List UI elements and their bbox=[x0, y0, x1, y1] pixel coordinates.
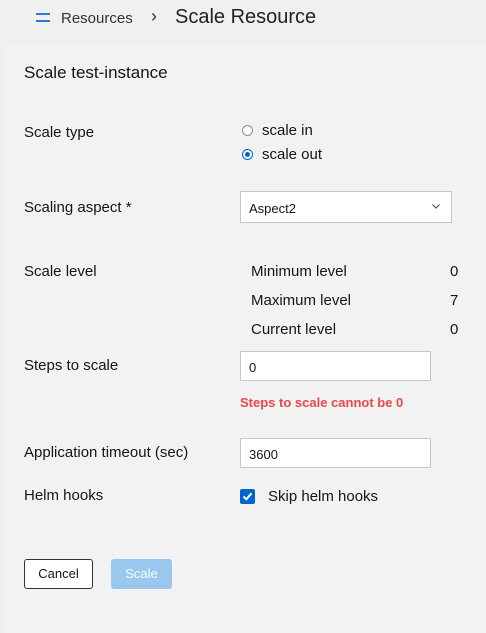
radio-button-selected[interactable] bbox=[242, 148, 253, 160]
application-timeout-value[interactable]: 3600 bbox=[249, 447, 278, 462]
scaling-aspect-select[interactable]: Aspect2 bbox=[240, 191, 452, 223]
checkmark-icon bbox=[242, 492, 253, 501]
radio-scale-in[interactable]: scale in bbox=[242, 120, 313, 140]
cancel-button[interactable]: Cancel bbox=[24, 559, 93, 589]
skip-helm-hooks-label[interactable]: Skip helm hooks bbox=[268, 488, 378, 505]
scale-level-label: Scale level bbox=[24, 263, 97, 280]
dialog-title: Scale test-instance bbox=[24, 63, 168, 82]
scaling-aspect-label: Scaling aspect * bbox=[24, 199, 132, 216]
steps-to-scale-input[interactable]: 0 bbox=[240, 351, 431, 381]
steps-to-scale-value[interactable]: 0 bbox=[249, 360, 256, 375]
skip-helm-hooks-checkbox[interactable] bbox=[240, 489, 255, 504]
radio-scale-out-label[interactable]: scale out bbox=[262, 146, 322, 163]
current-level-label: Current level bbox=[251, 321, 337, 338]
minimum-level-label: Minimum level bbox=[251, 263, 347, 280]
application-timeout-input[interactable]: 3600 bbox=[240, 438, 431, 468]
scaling-aspect-value[interactable]: Aspect2 bbox=[249, 201, 296, 216]
breadcrumb-resources-link[interactable]: Resources bbox=[61, 10, 133, 27]
minimum-level-value: 0 bbox=[450, 263, 459, 280]
chevron-right-icon: › bbox=[151, 6, 157, 26]
application-timeout-label: Application timeout (sec) bbox=[24, 444, 189, 461]
current-level-value: 0 bbox=[450, 321, 459, 338]
radio-button[interactable] bbox=[242, 124, 253, 136]
breadcrumb: Resources › Scale Resource bbox=[0, 0, 486, 44]
helm-hooks-label: Helm hooks bbox=[24, 487, 104, 504]
maximum-level-label: Maximum level bbox=[251, 292, 352, 309]
hamburger-menu-icon[interactable] bbox=[36, 13, 50, 24]
steps-error-message: Steps to scale cannot be 0 bbox=[240, 395, 404, 410]
maximum-level-value: 7 bbox=[450, 292, 459, 309]
scale-type-label: Scale type bbox=[24, 124, 95, 141]
steps-to-scale-label: Steps to scale bbox=[24, 357, 119, 374]
radio-scale-in-label[interactable]: scale in bbox=[262, 122, 313, 139]
chevron-down-icon bbox=[432, 204, 440, 209]
scale-button[interactable]: Scale bbox=[111, 559, 172, 589]
page-title: Scale Resource bbox=[175, 6, 317, 28]
radio-scale-out[interactable]: scale out bbox=[242, 144, 322, 164]
